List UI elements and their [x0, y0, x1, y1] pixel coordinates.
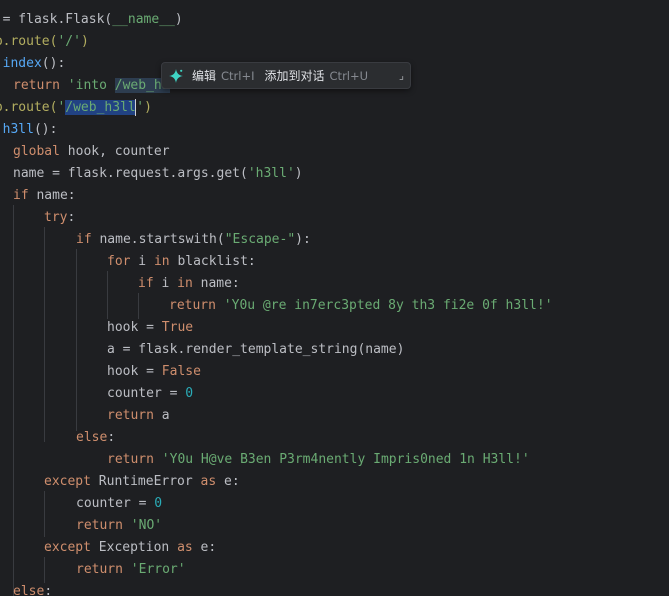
- code-line[interactable]: return 'Y0u @re in7erc3pted 8y th3 fi2e …: [169, 295, 553, 317]
- code-line[interactable]: hook = True: [107, 317, 193, 339]
- edit-label: 编辑: [192, 69, 217, 83]
- edit-button[interactable]: 编辑 Ctrl+I: [192, 67, 255, 84]
- indent-guide: [13, 205, 14, 596]
- code-line[interactable]: global hook, counter: [13, 141, 170, 163]
- code-line[interactable]: pp.route('/web_h3ll'): [0, 97, 152, 119]
- sparkle-icon: [168, 68, 184, 84]
- code-line[interactable]: hook = False: [107, 361, 201, 383]
- indent-guide: [44, 227, 45, 442]
- code-line[interactable]: if name.startswith("Escape-"):: [76, 229, 311, 251]
- code-editor[interactable]: p = flask.Flask(__name__) pp.route('/') …: [0, 0, 669, 596]
- indent-guide: [107, 271, 108, 319]
- add-to-chat-label: 添加到对话: [264, 69, 325, 83]
- code-line[interactable]: return 'Error': [76, 559, 186, 581]
- indent-guide: [44, 491, 45, 537]
- code-line[interactable]: else:: [76, 427, 115, 449]
- selected-text: /web_h3ll: [65, 100, 136, 115]
- code-line[interactable]: try:: [44, 207, 75, 229]
- code-line[interactable]: counter = 0: [107, 383, 193, 405]
- code-line[interactable]: a = flask.render_template_string(name): [107, 339, 404, 361]
- code-line[interactable]: if name:: [13, 185, 76, 207]
- code-line[interactable]: return 'NO': [76, 515, 162, 537]
- code-line[interactable]: except RuntimeError as e:: [44, 471, 240, 493]
- code-line[interactable]: for i in blacklist:: [107, 251, 256, 273]
- code-line[interactable]: name = flask.request.args.get('h3ll'): [13, 163, 303, 185]
- code-line[interactable]: return 'Y0u H@ve B3en P3rm4nently Impris…: [107, 449, 530, 471]
- code-line[interactable]: except Exception as e:: [44, 537, 216, 559]
- code-line[interactable]: f index():: [0, 53, 66, 75]
- code-line[interactable]: return a: [107, 405, 170, 427]
- code-line[interactable]: else:: [13, 581, 52, 596]
- indent-guide: [76, 249, 77, 431]
- more-options-icon[interactable]: ⌟: [399, 69, 404, 82]
- code-line[interactable]: pp.route('/'): [0, 31, 89, 53]
- code-line[interactable]: f h3ll():: [0, 119, 58, 141]
- code-line[interactable]: return 'into /web_h3: [13, 75, 170, 97]
- add-to-chat-button[interactable]: 添加到对话 Ctrl+U: [265, 67, 369, 84]
- code-line[interactable]: p = flask.Flask(__name__): [0, 9, 183, 31]
- indent-guide: [44, 557, 45, 583]
- indent-guide: [138, 293, 139, 319]
- inline-ai-popup: 编辑 Ctrl+I 添加到对话 Ctrl+U ⌟: [161, 62, 411, 89]
- edit-shortcut: Ctrl+I: [221, 68, 255, 83]
- code-line[interactable]: counter = 0: [76, 493, 162, 515]
- add-to-chat-shortcut: Ctrl+U: [329, 68, 369, 83]
- code-line[interactable]: if i in name:: [138, 273, 240, 295]
